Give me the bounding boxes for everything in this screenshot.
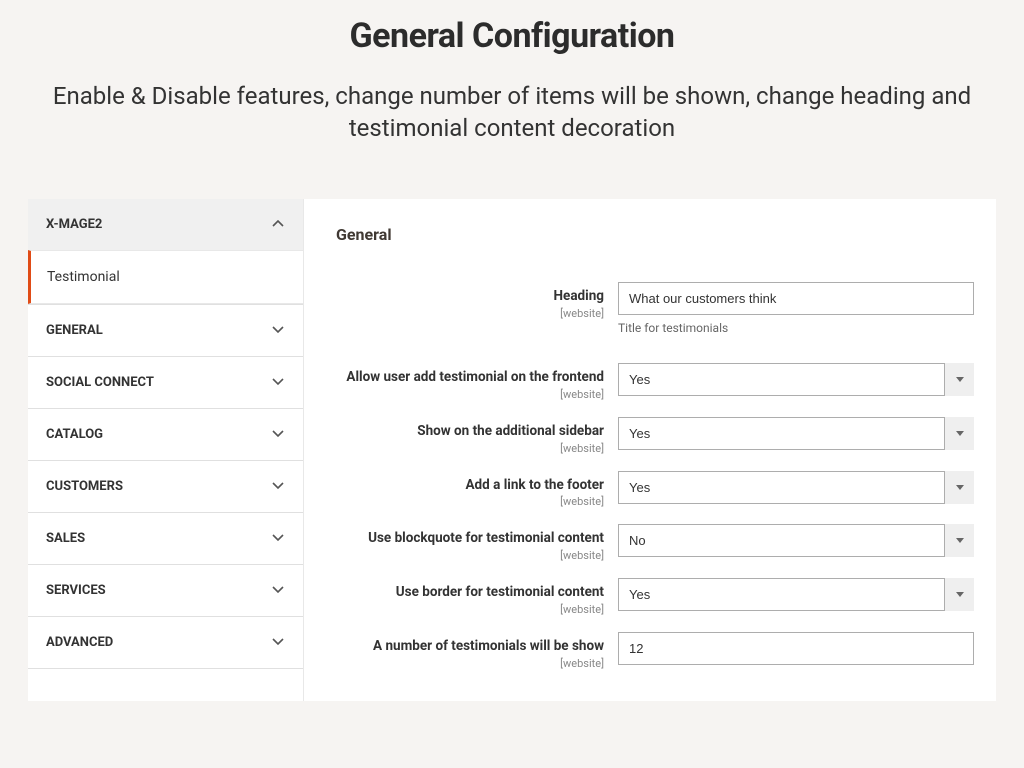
count-input[interactable] [618,632,974,665]
sidebar-item-general[interactable]: GENERAL [28,305,303,356]
sidebar-item-socialconnect[interactable]: SOCIAL CONNECT [28,357,303,408]
sidebar-item-label: GENERAL [46,323,103,338]
sidebar-item-label: CATALOG [46,427,103,442]
sidebar-subitem-testimonial[interactable]: Testimonial [28,250,303,304]
scope-label: [website] [336,603,604,616]
main-content: General Heading [website] Title for test… [304,199,996,701]
config-panel: X-MAGE2 Testimonial GENERAL SOCIAL CONNE… [28,199,996,701]
sidebar-item-label: SERVICES [46,583,106,598]
form-row-show-sidebar: Show on the additional sidebar [website]… [336,417,974,455]
footer-link-select[interactable]: Yes [618,471,974,504]
form-row-allow-add: Allow user add testimonial on the fronte… [336,363,974,401]
sidebar-item-label: ADVANCED [46,635,113,650]
sidebar-item-label: SOCIAL CONNECT [46,375,154,390]
sidebar-item-sales[interactable]: SALES [28,513,303,564]
chevron-down-icon [271,635,285,649]
chevron-down-icon [271,375,285,389]
chevron-down-icon [271,427,285,441]
form-row-heading: Heading [website] Title for testimonials [336,282,974,335]
chevron-down-icon [271,583,285,597]
sidebar-item-label: CUSTOMERS [46,479,123,494]
scope-label: [website] [336,442,604,455]
field-label: Use blockquote for testimonial content [336,530,604,547]
chevron-down-icon [271,323,285,337]
sidebar-item-label: X-MAGE2 [46,217,102,232]
sidebar-item-customers[interactable]: CUSTOMERS [28,461,303,512]
sidebar: X-MAGE2 Testimonial GENERAL SOCIAL CONNE… [28,199,304,701]
scope-label: [website] [336,495,604,508]
field-label: Show on the additional sidebar [336,423,604,440]
help-text: Title for testimonials [618,321,974,335]
chevron-up-icon [271,217,285,231]
section-title: General [336,225,974,244]
blockquote-select[interactable]: No [618,524,974,557]
sidebar-item-advanced[interactable]: ADVANCED [28,617,303,668]
form-row-blockquote: Use blockquote for testimonial content [… [336,524,974,562]
chevron-down-icon [271,531,285,545]
sidebar-item-label: SALES [46,531,85,546]
field-label: Add a link to the footer [336,477,604,494]
field-label: Use border for testimonial content [336,584,604,601]
field-label: Heading [336,288,604,305]
page-description: Enable & Disable features, change number… [42,80,982,145]
field-label: A number of testimonials will be show [336,638,604,655]
sidebar-subitem-label: Testimonial [47,269,120,285]
page-title: General Configuration [40,16,984,56]
form-row-count: A number of testimonials will be show [w… [336,632,974,670]
allow-add-select[interactable]: Yes [618,363,974,396]
sidebar-item-catalog[interactable]: CATALOG [28,409,303,460]
field-label: Allow user add testimonial on the fronte… [336,369,604,386]
scope-label: [website] [336,307,604,320]
heading-input[interactable] [618,282,974,315]
sidebar-item-xmage2[interactable]: X-MAGE2 [28,199,303,250]
sidebar-item-services[interactable]: SERVICES [28,565,303,616]
form-row-border: Use border for testimonial content [webs… [336,578,974,616]
show-sidebar-select[interactable]: Yes [618,417,974,450]
scope-label: [website] [336,657,604,670]
scope-label: [website] [336,549,604,562]
chevron-down-icon [271,479,285,493]
scope-label: [website] [336,388,604,401]
form-row-footer-link: Add a link to the footer [website] Yes [336,471,974,509]
border-select[interactable]: Yes [618,578,974,611]
